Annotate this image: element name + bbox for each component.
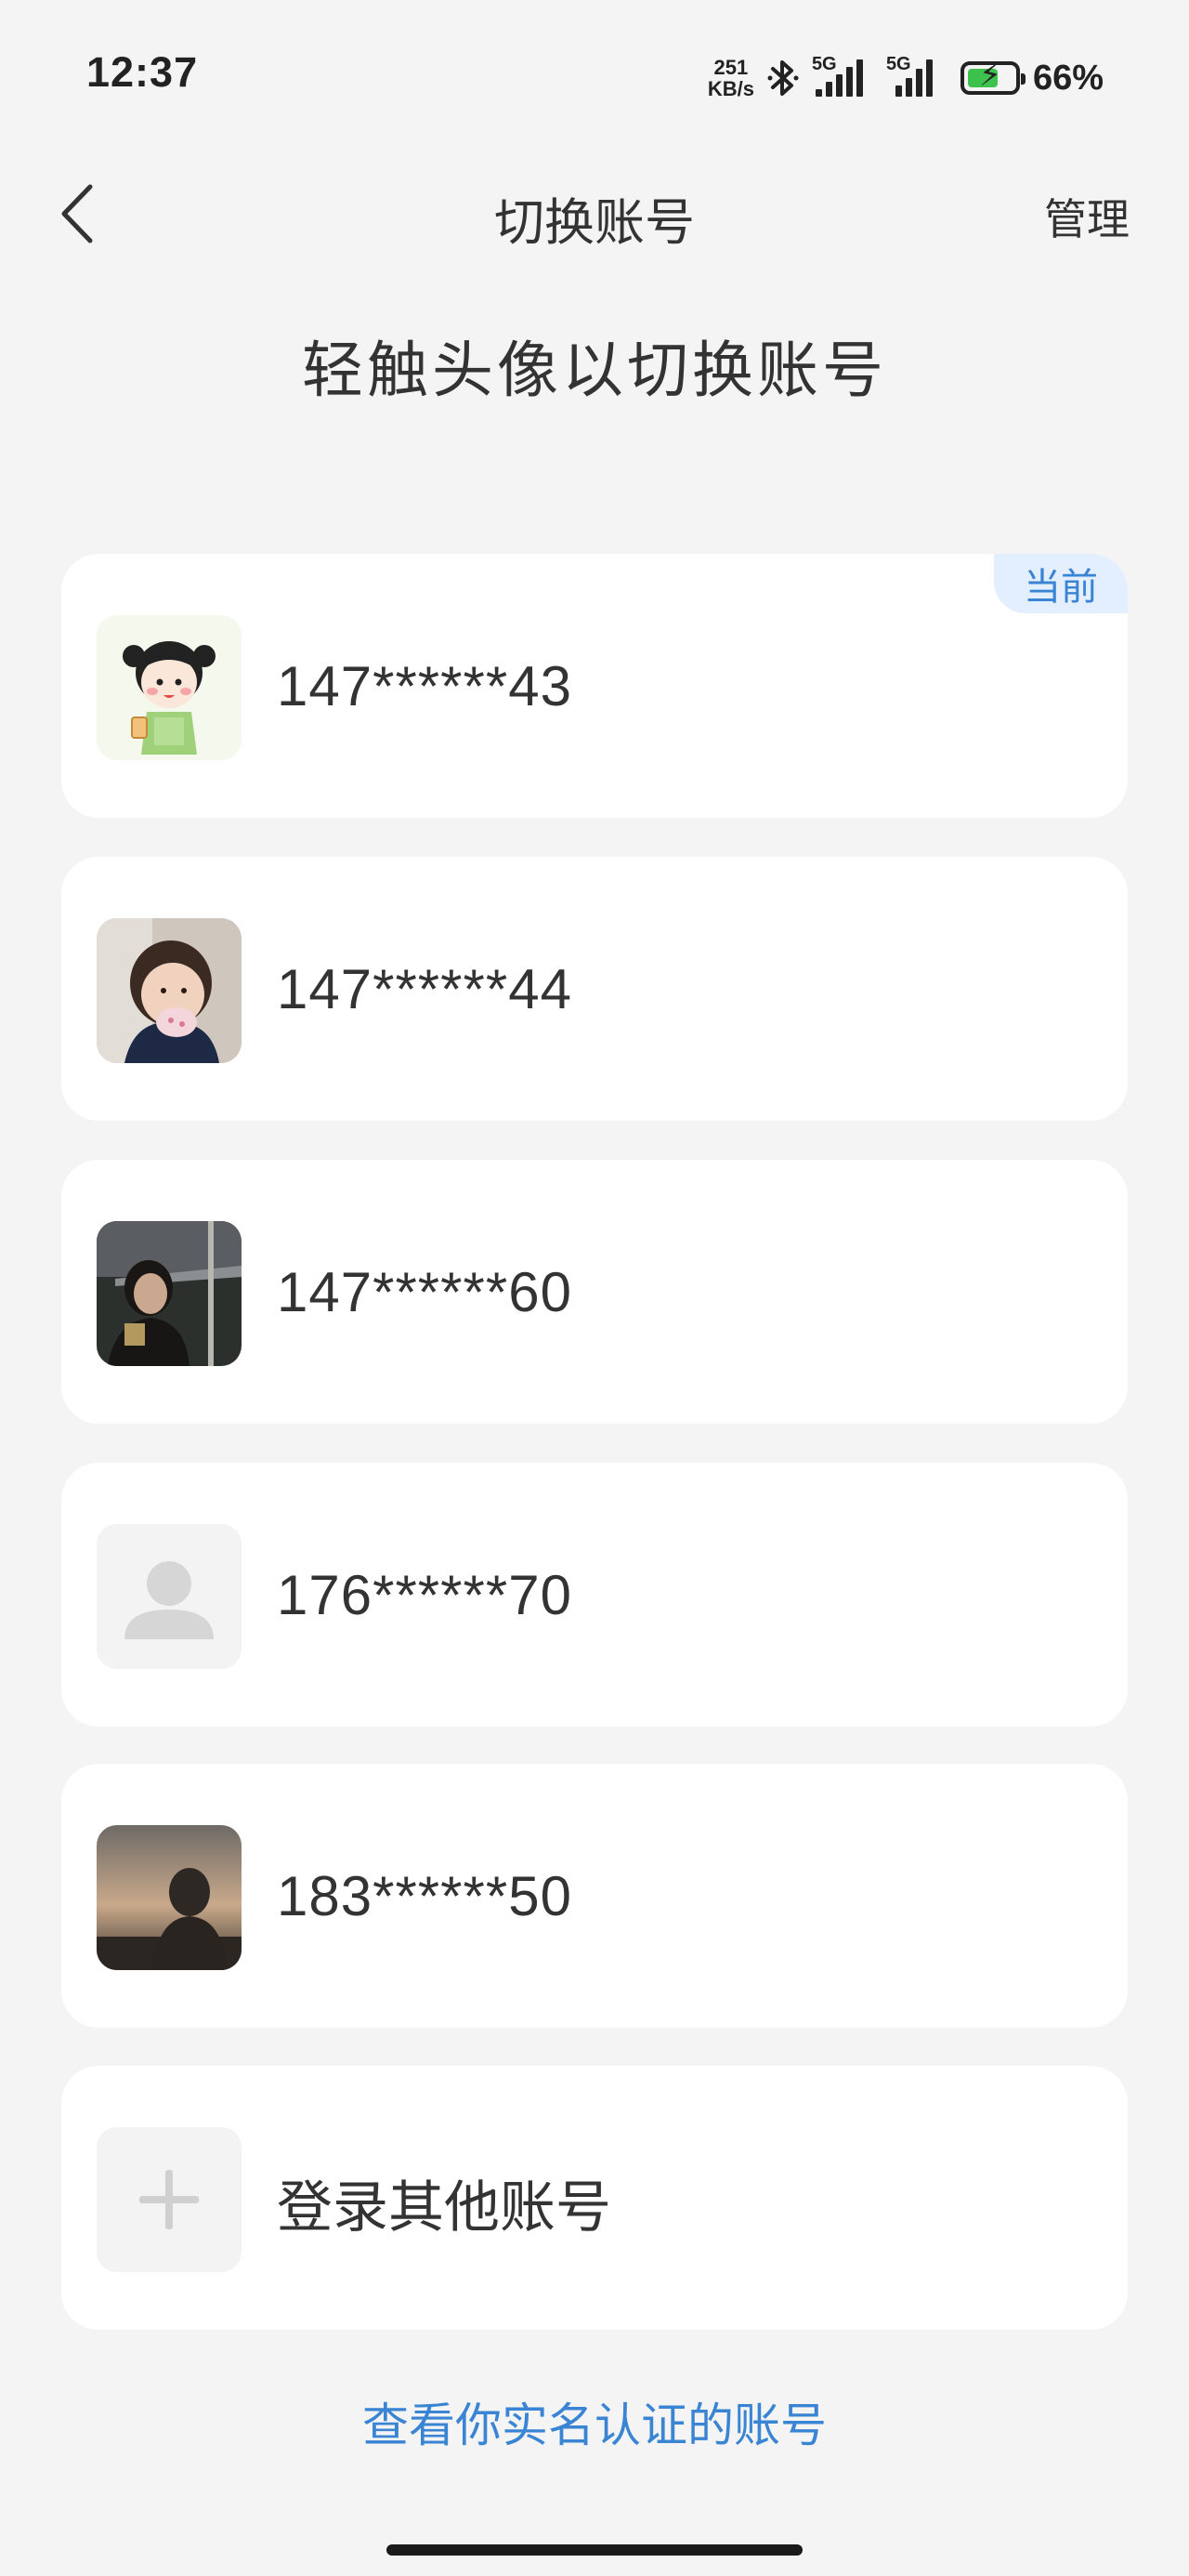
current-badge: 当前: [994, 554, 1128, 613]
instruction-text: 轻触头像以切换账号: [302, 335, 887, 404]
account-number: 183******50: [277, 1865, 572, 1927]
network-speed-unit: KB/s: [707, 77, 754, 100]
network-speed: 251 KB/s: [708, 57, 754, 99]
account-card[interactable]: 176******70: [61, 1463, 1128, 1727]
signal-sim2-icon: 5G: [886, 54, 947, 97]
login-other-account-card[interactable]: 登录其他账号: [61, 2066, 1128, 2330]
login-other-account-label: 登录其他账号: [277, 2176, 611, 2239]
battery-percent: 66%: [1032, 58, 1104, 98]
child-photo-avatar[interactable]: [97, 918, 242, 1063]
account-card[interactable]: 183******50: [61, 1764, 1128, 2028]
signal-sim1-icon: 5G: [812, 54, 873, 97]
status-icons: 251 KB/s 5G 5G ⚡ 66%: [708, 48, 1104, 108]
cartoon-girl-avatar[interactable]: [97, 615, 242, 760]
night-portrait-avatar[interactable]: [97, 1221, 242, 1366]
account-number: 147******60: [277, 1261, 572, 1323]
view-realname-accounts-link[interactable]: 查看你实名认证的账号: [0, 2388, 1189, 2455]
home-indicator[interactable]: [386, 2544, 803, 2556]
account-number: 176******70: [277, 1564, 572, 1626]
account-card[interactable]: 147******44: [61, 857, 1128, 1121]
account-card[interactable]: 147******60: [61, 1160, 1128, 1424]
default-person-icon[interactable]: [97, 1524, 242, 1669]
status-bar: 12:37 251 KB/s 5G 5G ⚡ 66%: [0, 0, 1189, 139]
sunset-silhouette-avatar[interactable]: [97, 1825, 242, 1970]
status-time: 12:37: [86, 48, 199, 96]
sim2-network-type: 5G: [885, 54, 911, 74]
account-card[interactable]: 147******43 当前: [61, 554, 1128, 818]
account-number: 147******44: [277, 958, 572, 1020]
charging-bolt-icon: ⚡: [978, 58, 1001, 93]
page-title: 切换账号: [494, 195, 695, 251]
manage-button[interactable]: 管理: [1044, 186, 1130, 247]
sim1-network-type: 5G: [811, 54, 837, 74]
network-speed-value: 251: [713, 56, 749, 79]
add-account-icon: [97, 2127, 242, 2272]
account-number: 147******43: [277, 655, 572, 717]
bluetooth-icon: [767, 60, 799, 96]
battery-icon: ⚡: [960, 58, 1026, 95]
